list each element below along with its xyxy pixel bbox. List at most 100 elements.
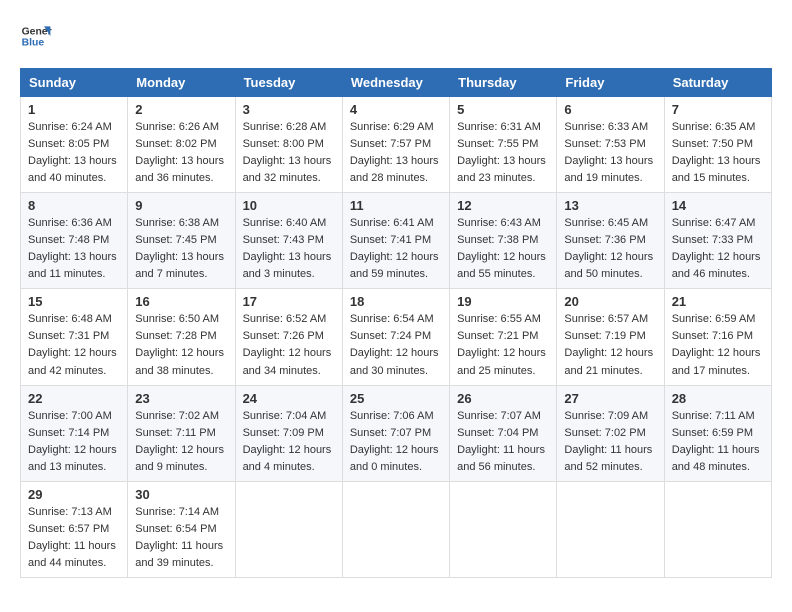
svg-text:Blue: Blue xyxy=(22,38,45,49)
calendar-day-cell: 28 Sunrise: 7:11 AM Sunset: 6:59 PM Dayl… xyxy=(664,385,771,481)
calendar-day-cell: 2 Sunrise: 6:26 AM Sunset: 8:02 PM Dayli… xyxy=(128,97,235,193)
daylight-text: Daylight: 13 hours and 11 minutes. xyxy=(28,251,117,280)
calendar-week-row: 29 Sunrise: 7:13 AM Sunset: 6:57 PM Dayl… xyxy=(21,481,772,577)
daylight-text: Daylight: 13 hours and 19 minutes. xyxy=(564,155,653,184)
day-info: Sunrise: 6:31 AM Sunset: 7:55 PM Dayligh… xyxy=(457,119,549,187)
day-info: Sunrise: 7:07 AM Sunset: 7:04 PM Dayligh… xyxy=(457,408,549,476)
day-number: 13 xyxy=(564,198,656,213)
calendar-day-cell: 10 Sunrise: 6:40 AM Sunset: 7:43 PM Dayl… xyxy=(235,193,342,289)
day-info: Sunrise: 6:26 AM Sunset: 8:02 PM Dayligh… xyxy=(135,119,227,187)
day-number: 26 xyxy=(457,391,549,406)
day-number: 18 xyxy=(350,294,442,309)
day-info: Sunrise: 7:14 AM Sunset: 6:54 PM Dayligh… xyxy=(135,504,227,572)
day-info: Sunrise: 7:02 AM Sunset: 7:11 PM Dayligh… xyxy=(135,408,227,476)
daylight-text: Daylight: 12 hours and 59 minutes. xyxy=(350,251,439,280)
sunset-text: Sunset: 7:16 PM xyxy=(672,330,753,342)
calendar-day-cell xyxy=(557,481,664,577)
day-info: Sunrise: 6:47 AM Sunset: 7:33 PM Dayligh… xyxy=(672,215,764,283)
daylight-text: Daylight: 12 hours and 38 minutes. xyxy=(135,347,224,376)
sunset-text: Sunset: 7:24 PM xyxy=(350,330,431,342)
day-info: Sunrise: 7:00 AM Sunset: 7:14 PM Dayligh… xyxy=(28,408,120,476)
day-number: 27 xyxy=(564,391,656,406)
sunrise-text: Sunrise: 6:31 AM xyxy=(457,121,541,133)
day-info: Sunrise: 6:29 AM Sunset: 7:57 PM Dayligh… xyxy=(350,119,442,187)
day-number: 11 xyxy=(350,198,442,213)
sunset-text: Sunset: 7:31 PM xyxy=(28,330,109,342)
sunset-text: Sunset: 7:28 PM xyxy=(135,330,216,342)
sunset-text: Sunset: 7:07 PM xyxy=(350,427,431,439)
daylight-text: Daylight: 12 hours and 50 minutes. xyxy=(564,251,653,280)
calendar-day-cell: 16 Sunrise: 6:50 AM Sunset: 7:28 PM Dayl… xyxy=(128,289,235,385)
sunrise-text: Sunrise: 6:35 AM xyxy=(672,121,756,133)
day-info: Sunrise: 7:04 AM Sunset: 7:09 PM Dayligh… xyxy=(243,408,335,476)
day-info: Sunrise: 6:45 AM Sunset: 7:36 PM Dayligh… xyxy=(564,215,656,283)
sunrise-text: Sunrise: 6:41 AM xyxy=(350,217,434,229)
sunset-text: Sunset: 7:21 PM xyxy=(457,330,538,342)
sunset-text: Sunset: 8:00 PM xyxy=(243,138,324,150)
calendar-week-row: 15 Sunrise: 6:48 AM Sunset: 7:31 PM Dayl… xyxy=(21,289,772,385)
sunrise-text: Sunrise: 6:36 AM xyxy=(28,217,112,229)
sunset-text: Sunset: 7:48 PM xyxy=(28,234,109,246)
sunrise-text: Sunrise: 6:57 AM xyxy=(564,313,648,325)
sunset-text: Sunset: 7:19 PM xyxy=(564,330,645,342)
sunset-text: Sunset: 7:09 PM xyxy=(243,427,324,439)
day-info: Sunrise: 6:28 AM Sunset: 8:00 PM Dayligh… xyxy=(243,119,335,187)
day-info: Sunrise: 6:59 AM Sunset: 7:16 PM Dayligh… xyxy=(672,311,764,379)
day-number: 2 xyxy=(135,102,227,117)
sunset-text: Sunset: 7:36 PM xyxy=(564,234,645,246)
day-number: 25 xyxy=(350,391,442,406)
sunset-text: Sunset: 7:53 PM xyxy=(564,138,645,150)
weekday-header-cell: Friday xyxy=(557,69,664,97)
sunrise-text: Sunrise: 6:28 AM xyxy=(243,121,327,133)
day-number: 24 xyxy=(243,391,335,406)
sunrise-text: Sunrise: 7:13 AM xyxy=(28,506,112,518)
daylight-text: Daylight: 13 hours and 7 minutes. xyxy=(135,251,224,280)
sunset-text: Sunset: 7:33 PM xyxy=(672,234,753,246)
calendar-day-cell: 30 Sunrise: 7:14 AM Sunset: 6:54 PM Dayl… xyxy=(128,481,235,577)
calendar-day-cell: 27 Sunrise: 7:09 AM Sunset: 7:02 PM Dayl… xyxy=(557,385,664,481)
sunset-text: Sunset: 8:02 PM xyxy=(135,138,216,150)
sunset-text: Sunset: 7:14 PM xyxy=(28,427,109,439)
calendar-day-cell: 11 Sunrise: 6:41 AM Sunset: 7:41 PM Dayl… xyxy=(342,193,449,289)
day-number: 29 xyxy=(28,487,120,502)
weekday-header-cell: Wednesday xyxy=(342,69,449,97)
day-info: Sunrise: 7:11 AM Sunset: 6:59 PM Dayligh… xyxy=(672,408,764,476)
day-number: 22 xyxy=(28,391,120,406)
day-info: Sunrise: 6:50 AM Sunset: 7:28 PM Dayligh… xyxy=(135,311,227,379)
day-number: 10 xyxy=(243,198,335,213)
day-number: 20 xyxy=(564,294,656,309)
daylight-text: Daylight: 12 hours and 25 minutes. xyxy=(457,347,546,376)
sunrise-text: Sunrise: 6:54 AM xyxy=(350,313,434,325)
calendar-day-cell: 21 Sunrise: 6:59 AM Sunset: 7:16 PM Dayl… xyxy=(664,289,771,385)
calendar-day-cell: 20 Sunrise: 6:57 AM Sunset: 7:19 PM Dayl… xyxy=(557,289,664,385)
day-info: Sunrise: 6:55 AM Sunset: 7:21 PM Dayligh… xyxy=(457,311,549,379)
sunrise-text: Sunrise: 6:50 AM xyxy=(135,313,219,325)
day-number: 19 xyxy=(457,294,549,309)
daylight-text: Daylight: 12 hours and 21 minutes. xyxy=(564,347,653,376)
sunrise-text: Sunrise: 6:38 AM xyxy=(135,217,219,229)
daylight-text: Daylight: 12 hours and 0 minutes. xyxy=(350,444,439,473)
day-number: 7 xyxy=(672,102,764,117)
sunrise-text: Sunrise: 6:47 AM xyxy=(672,217,756,229)
day-info: Sunrise: 6:24 AM Sunset: 8:05 PM Dayligh… xyxy=(28,119,120,187)
day-info: Sunrise: 6:36 AM Sunset: 7:48 PM Dayligh… xyxy=(28,215,120,283)
sunset-text: Sunset: 7:38 PM xyxy=(457,234,538,246)
calendar-day-cell xyxy=(342,481,449,577)
daylight-text: Daylight: 13 hours and 32 minutes. xyxy=(243,155,332,184)
calendar-day-cell: 25 Sunrise: 7:06 AM Sunset: 7:07 PM Dayl… xyxy=(342,385,449,481)
calendar-body: 1 Sunrise: 6:24 AM Sunset: 8:05 PM Dayli… xyxy=(21,97,772,578)
day-number: 23 xyxy=(135,391,227,406)
daylight-text: Daylight: 13 hours and 40 minutes. xyxy=(28,155,117,184)
calendar-week-row: 22 Sunrise: 7:00 AM Sunset: 7:14 PM Dayl… xyxy=(21,385,772,481)
sunrise-text: Sunrise: 6:59 AM xyxy=(672,313,756,325)
header: General Blue xyxy=(20,20,772,52)
day-info: Sunrise: 6:38 AM Sunset: 7:45 PM Dayligh… xyxy=(135,215,227,283)
daylight-text: Daylight: 12 hours and 46 minutes. xyxy=(672,251,761,280)
daylight-text: Daylight: 13 hours and 28 minutes. xyxy=(350,155,439,184)
day-info: Sunrise: 7:13 AM Sunset: 6:57 PM Dayligh… xyxy=(28,504,120,572)
day-info: Sunrise: 6:43 AM Sunset: 7:38 PM Dayligh… xyxy=(457,215,549,283)
logo-icon: General Blue xyxy=(20,20,52,52)
calendar-day-cell: 13 Sunrise: 6:45 AM Sunset: 7:36 PM Dayl… xyxy=(557,193,664,289)
weekday-header-row: SundayMondayTuesdayWednesdayThursdayFrid… xyxy=(21,69,772,97)
calendar-week-row: 8 Sunrise: 6:36 AM Sunset: 7:48 PM Dayli… xyxy=(21,193,772,289)
